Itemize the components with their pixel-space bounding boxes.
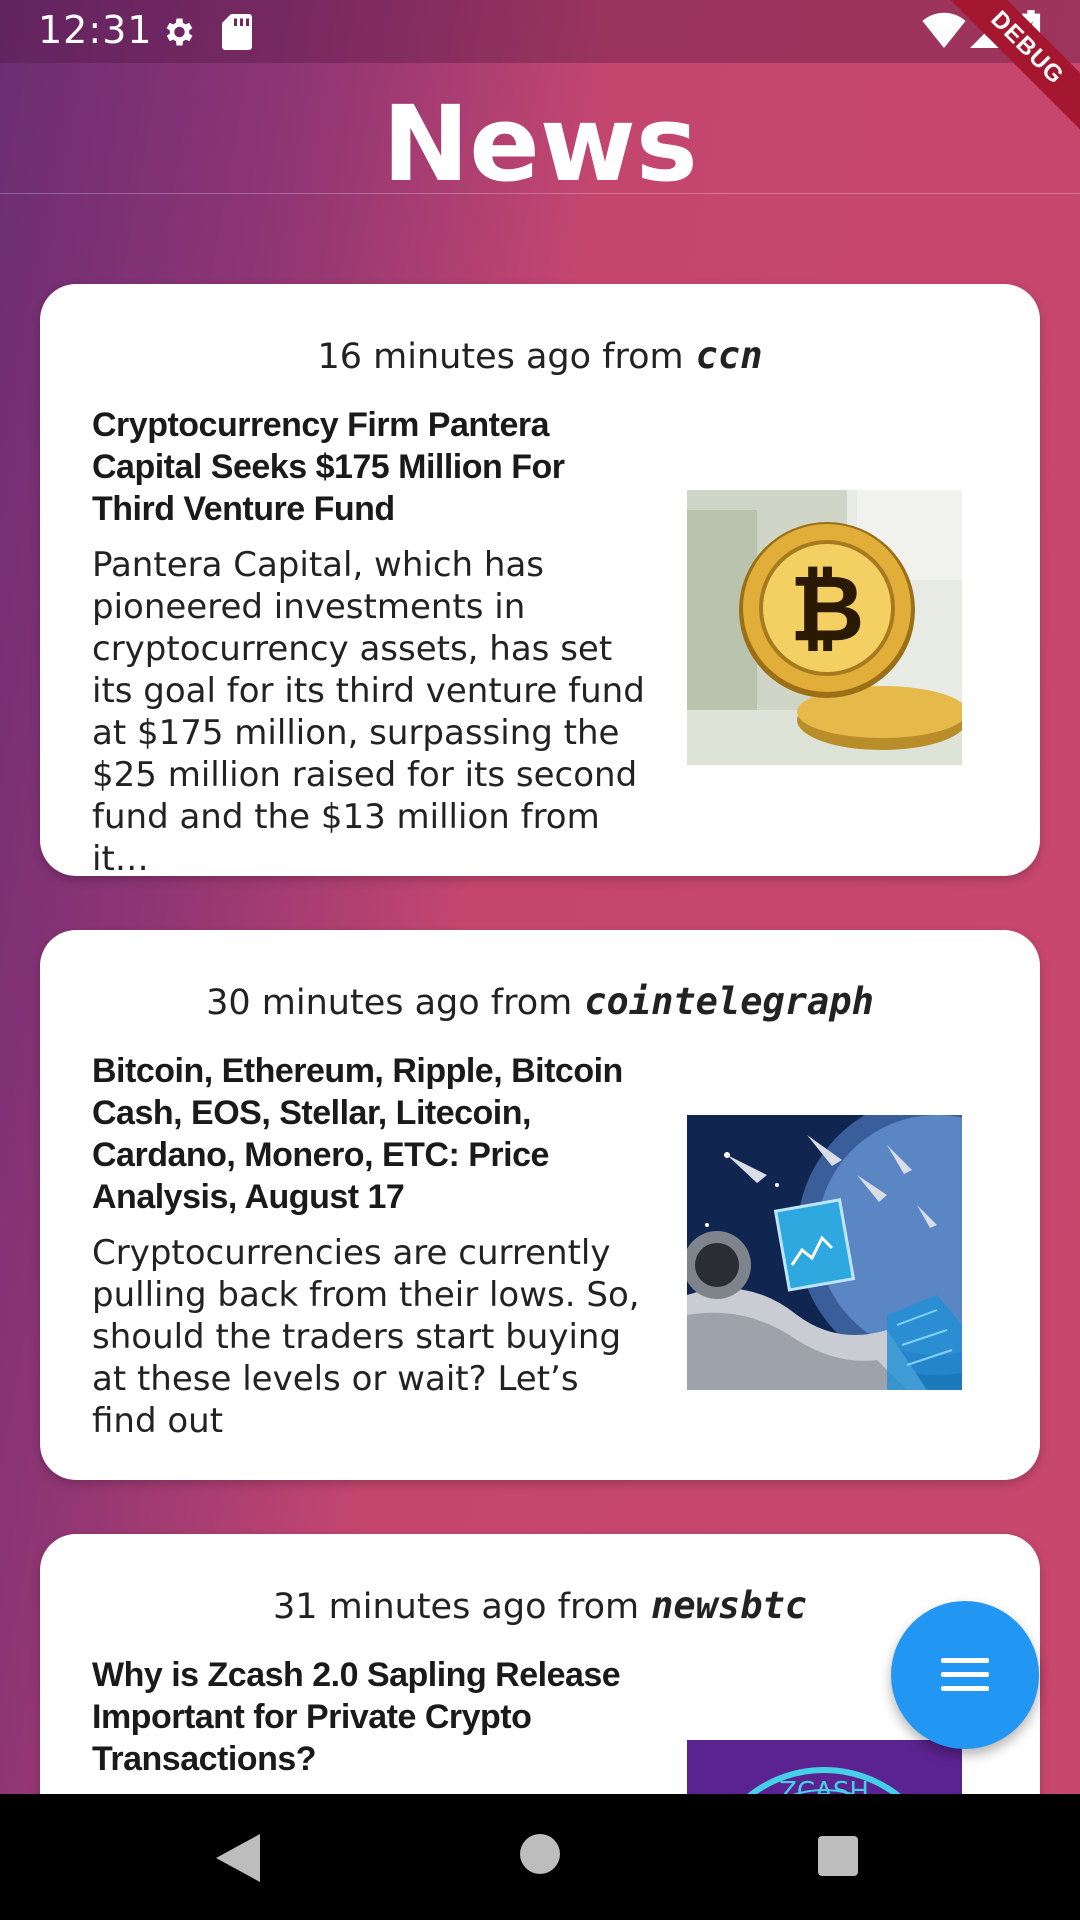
- status-time: 12:31: [38, 8, 153, 52]
- article-meta: 30 minutes ago from cointelegraph: [40, 980, 1040, 1023]
- news-card[interactable]: 31 minutes ago from newsbtc Why is Zcash …: [40, 1534, 1040, 1794]
- gear-icon: [160, 14, 196, 50]
- svg-text:₿: ₿: [790, 555, 865, 662]
- article-title: Bitcoin, Ethereum, Ripple, Bitcoin Cash,…: [92, 1052, 623, 1216]
- article-thumbnail: ZCASH: [687, 1740, 962, 1794]
- svg-text:ZCASH: ZCASH: [779, 1777, 869, 1794]
- article-meta: 16 minutes ago from ccn: [40, 334, 1040, 377]
- article-body: Pantera Capital, which has pioneered inv…: [92, 545, 645, 876]
- article-time: 16 minutes ago from: [317, 337, 684, 377]
- article-thumbnail: [687, 1115, 962, 1390]
- article-time: 30 minutes ago from: [206, 983, 573, 1023]
- article-source: ccn: [695, 334, 763, 377]
- home-icon[interactable]: [520, 1834, 560, 1879]
- article-source: newsbtc: [651, 1584, 808, 1627]
- news-card[interactable]: 30 minutes ago from cointelegraph Bitcoin…: [40, 930, 1040, 1480]
- article-source: cointelegraph: [584, 980, 874, 1023]
- menu-fab-button[interactable]: [891, 1601, 1039, 1749]
- article-meta: 31 minutes ago from newsbtc: [40, 1584, 1040, 1627]
- article-title: Why is Zcash 2.0 Sapling Release Importa…: [92, 1656, 621, 1778]
- wifi-icon: [922, 12, 966, 48]
- article-body: Cryptocurrencies are currently pulling b…: [92, 1233, 640, 1441]
- recents-icon[interactable]: [818, 1836, 858, 1881]
- article-thumbnail: ₿: [687, 490, 962, 765]
- article-time: 31 minutes ago from: [272, 1587, 640, 1627]
- page-title: News: [382, 83, 698, 205]
- news-card[interactable]: 16 minutes ago from ccn Cryptocurrency Fi…: [40, 284, 1040, 876]
- sd-card-icon: [222, 14, 252, 50]
- system-nav-bar: [0, 1794, 1080, 1920]
- back-icon[interactable]: [216, 1834, 260, 1887]
- app-bar: News: [0, 63, 1080, 205]
- app-background: 12:31 DEBUG News 16 minutes ago from ccn …: [0, 0, 1080, 1794]
- article-title: Cryptocurrency Firm Pantera Capital Seek…: [92, 406, 565, 528]
- status-bar: 12:31 DEBUG: [0, 0, 1080, 144]
